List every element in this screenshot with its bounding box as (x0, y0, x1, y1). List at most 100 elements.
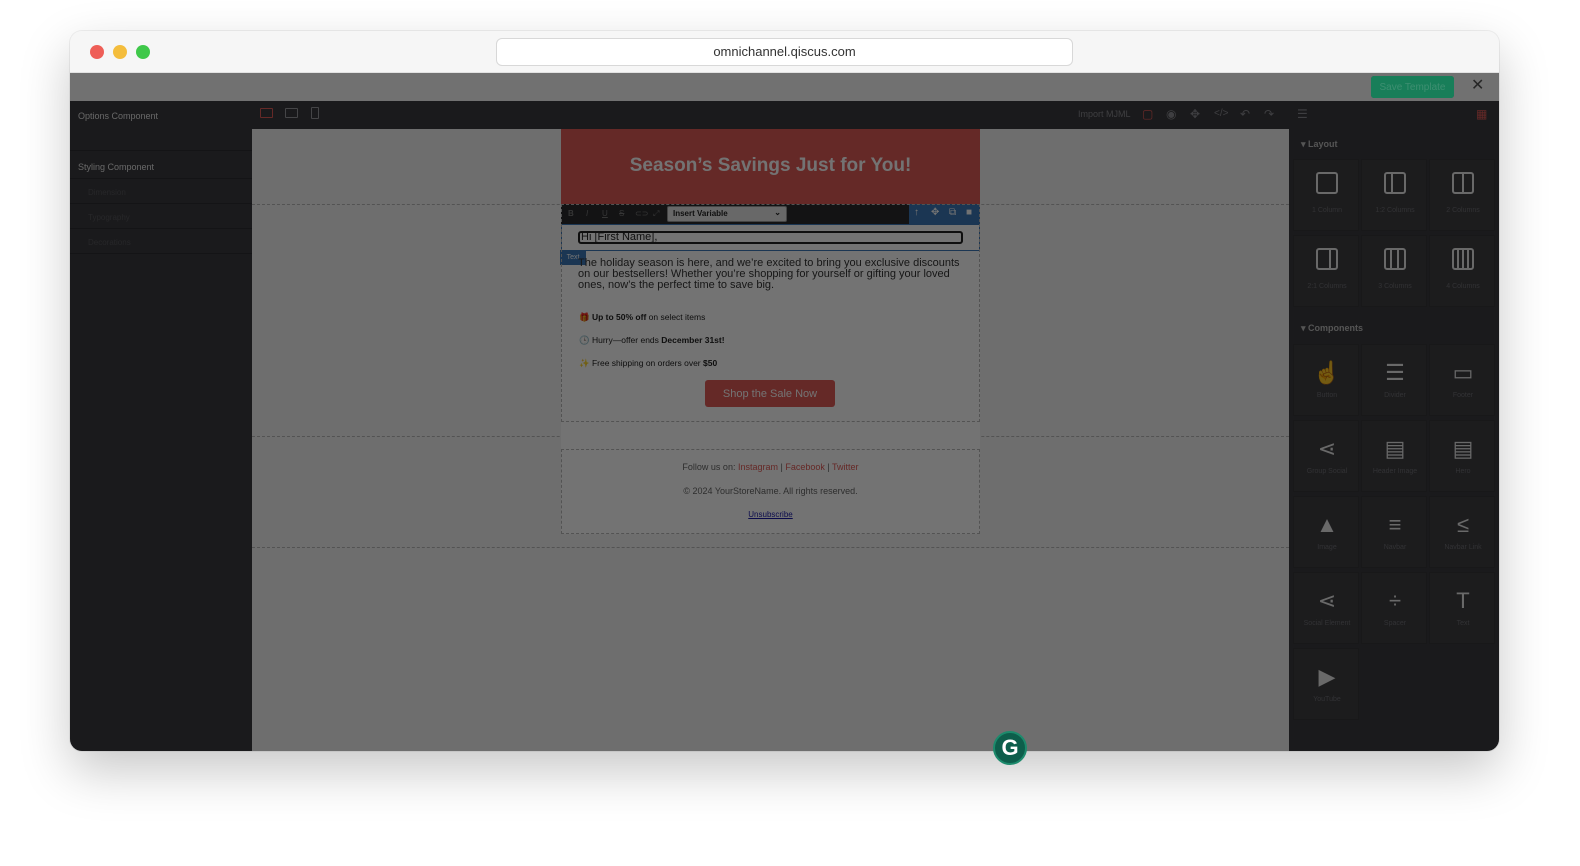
styling-item-typography[interactable]: Typography (70, 204, 252, 229)
two-columns-icon (1452, 172, 1474, 194)
block-label: 2:1 Columns (1307, 283, 1347, 290)
block-label: Text (1456, 620, 1470, 627)
mobile-view-icon[interactable] (311, 107, 319, 119)
block-label: 4 Columns (1446, 283, 1480, 290)
block-footer[interactable]: ▭ Footer (1429, 344, 1495, 416)
editor-topbar: Save Template ✕ (70, 73, 1499, 101)
text-icon: T (1456, 588, 1470, 613)
tablet-view-icon[interactable] (285, 108, 298, 118)
import-mjml-button[interactable]: Import MJML (1078, 109, 1131, 119)
decorations-label: Decorations (88, 238, 131, 247)
facebook-link[interactable]: Facebook (785, 462, 825, 472)
dimension-label: Dimension (88, 188, 126, 197)
styling-item-dimension[interactable]: Dimension (70, 179, 252, 204)
block-navbar-link[interactable]: ≤ Navbar Link (1429, 496, 1495, 568)
block-image[interactable]: ▲ Image (1293, 496, 1359, 568)
undo-icon[interactable]: ↶ (1240, 107, 1250, 121)
block-4-columns[interactable]: 4 Columns (1429, 235, 1495, 307)
block-divider[interactable]: ☰ Divider (1361, 344, 1427, 416)
maximize-window-button[interactable] (136, 45, 150, 59)
close-icon[interactable]: ✕ (1471, 77, 1484, 95)
two-one-columns-icon (1316, 248, 1338, 270)
block-social-element[interactable]: ⋖ Social Element (1293, 572, 1359, 644)
canvas-toolbar: Import MJML ▢ ◉ ✥ </> ↶ ↷ (252, 101, 1289, 129)
instagram-link[interactable]: Instagram (738, 462, 778, 472)
hero-section[interactable]: Season’s Savings Just for You! (561, 129, 980, 204)
layout-heading[interactable]: ▾ Layout (1301, 139, 1338, 150)
block-2-columns[interactable]: 2 Columns (1429, 159, 1495, 231)
block-label: 3 Columns (1378, 283, 1412, 290)
right-panel-header: ☰ ▦ (1289, 101, 1499, 129)
block-2-1-columns[interactable]: 2:1 Columns (1293, 235, 1359, 307)
block-group-social[interactable]: ⋖ Group Social (1293, 420, 1359, 492)
divider-icon: ☰ (1385, 360, 1405, 385)
block-label: Navbar (1383, 544, 1407, 551)
four-columns-icon (1452, 248, 1474, 270)
components-heading[interactable]: ▾ Components (1301, 323, 1363, 334)
one-column-icon (1316, 172, 1338, 194)
desktop-view-icon[interactable] (260, 108, 273, 118)
left-panel: Options Component Styling Component Dime… (70, 101, 252, 751)
follow-prefix: Follow us on: (682, 462, 738, 472)
header-image-icon: ▤ (1384, 436, 1406, 461)
block-button[interactable]: ☝ Button (1293, 344, 1359, 416)
block-label: Group Social (1306, 468, 1348, 475)
block-3-columns[interactable]: 3 Columns (1361, 235, 1427, 307)
preview-icon[interactable]: ◉ (1166, 107, 1176, 121)
hero-icon: ▤ (1452, 436, 1474, 461)
styling-component-title: Styling Component (78, 162, 155, 172)
footer-social-line: Follow us on: Instagram | Facebook | Twi… (561, 462, 980, 472)
block-1-column[interactable]: 1 Column (1293, 159, 1359, 231)
components-heading-label: Components (1308, 323, 1364, 333)
blocks-grid-icon[interactable]: ▦ (1476, 107, 1487, 121)
unsubscribe-link[interactable]: Unsubscribe (561, 510, 980, 519)
address-bar[interactable]: omnichannel.qiscus.com (496, 38, 1073, 66)
three-columns-icon (1384, 248, 1406, 270)
block-label: YouTube (1313, 696, 1341, 703)
navbar-link-icon: ≤ (1456, 512, 1470, 537)
block-label: 1 Column (1312, 207, 1342, 214)
code-icon[interactable]: </> (1214, 107, 1228, 121)
options-component-title: Options Component (78, 111, 159, 121)
separator: | (824, 462, 833, 472)
template-editor-app: Save Template ✕ Options Component Stylin… (70, 73, 1499, 751)
styling-item-decorations[interactable]: Decorations (70, 229, 252, 254)
outline-toggle-icon[interactable]: ▢ (1142, 107, 1153, 121)
block-header-image[interactable]: ▤ Header Image (1361, 420, 1427, 492)
youtube-icon: ▶ (1318, 664, 1336, 689)
minimize-window-button[interactable] (113, 45, 127, 59)
typography-label: Typography (88, 213, 130, 222)
block-1-2-columns[interactable]: 1:2 Columns (1361, 159, 1427, 231)
block-label: Social Element (1303, 620, 1351, 627)
browser-titlebar: omnichannel.qiscus.com (70, 31, 1499, 73)
close-window-button[interactable] (90, 45, 104, 59)
grammarly-icon[interactable]: G (993, 731, 1027, 765)
content-section-outline (561, 204, 980, 422)
block-youtube[interactable]: ▶ YouTube (1293, 648, 1359, 720)
redo-icon[interactable]: ↷ (1264, 107, 1274, 121)
options-section: Options Component (70, 101, 252, 151)
browser-window: omnichannel.qiscus.com Save Template ✕ O… (70, 31, 1499, 751)
save-template-button[interactable]: Save Template (1371, 76, 1454, 98)
button-icon: ☝ (1313, 360, 1341, 385)
fullscreen-icon[interactable]: ✥ (1190, 107, 1200, 121)
blocks-panel: ▾ Layout 1 Column 1:2 Columns 2 Columns … (1289, 129, 1499, 751)
email-body: Season’s Savings Just for You! B I U S ⊂… (560, 129, 980, 534)
layout-heading-label: Layout (1308, 139, 1338, 149)
layer-manager-icon[interactable]: ☰ (1297, 107, 1308, 121)
block-label: Image (1317, 544, 1337, 551)
share-icon: ⋖ (1317, 436, 1337, 461)
block-spacer[interactable]: ÷ Spacer (1361, 572, 1427, 644)
block-label: Navbar Link (1444, 544, 1482, 551)
styling-section: Styling Component (70, 151, 252, 179)
block-label: 2 Columns (1446, 207, 1480, 214)
block-hero[interactable]: ▤ Hero (1429, 420, 1495, 492)
image-icon: ▲ (1316, 512, 1338, 537)
block-navbar[interactable]: ≡ Navbar (1361, 496, 1427, 568)
block-label: Header Image (1372, 468, 1418, 475)
one-two-columns-icon (1384, 172, 1406, 194)
twitter-link[interactable]: Twitter (832, 462, 859, 472)
navbar-icon: ≡ (1388, 512, 1402, 537)
block-text[interactable]: T Text (1429, 572, 1495, 644)
email-canvas: Season’s Savings Just for You! B I U S ⊂… (252, 129, 1289, 751)
